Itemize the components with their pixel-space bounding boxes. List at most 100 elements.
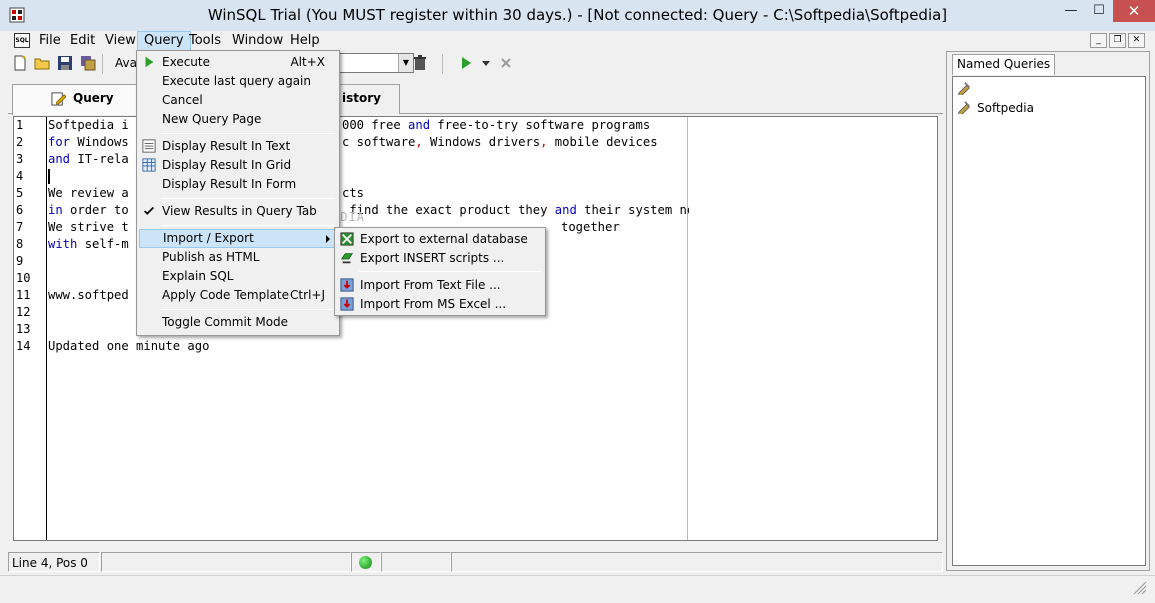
line-number: 13	[16, 322, 31, 336]
menu-item-view-in-tab[interactable]: View Results in Query Tab	[139, 202, 337, 221]
export-database-icon	[340, 232, 354, 246]
line-number: 10	[16, 271, 31, 285]
menu-file[interactable]: File	[33, 31, 67, 51]
toolbar-separator	[442, 54, 443, 74]
editor-right-margin	[689, 117, 937, 540]
menu-window[interactable]: Window	[226, 31, 289, 51]
run-icon[interactable]	[458, 55, 474, 71]
code-line-tail: 000 free and free-to-try software progra…	[342, 118, 651, 132]
window-title: WinSQL Trial (You MUST register within 3…	[207, 6, 948, 24]
menu-item-export-insert[interactable]: Export INSERT scripts ...	[337, 249, 543, 268]
grid-result-icon	[142, 158, 156, 172]
tab-query[interactable]: Query	[12, 84, 140, 115]
menu-item-publish-html[interactable]: Publish as HTML	[139, 248, 337, 267]
menu-separator	[161, 198, 335, 199]
menu-item-execute-last[interactable]: Execute last query again	[139, 72, 337, 91]
chevron-down-icon[interactable]: ▼	[398, 54, 413, 72]
database-combo[interactable]: ▼	[338, 53, 414, 73]
code-line: in order to	[48, 203, 129, 217]
menu-view[interactable]: View	[99, 31, 142, 51]
line-number: 11	[16, 288, 31, 302]
submenu-arrow-icon	[326, 235, 330, 243]
menu-item-import-export[interactable]: Import / Export	[139, 229, 337, 248]
code-line: www.softped	[48, 288, 129, 302]
menu-item-display-form[interactable]: Display Result In Form	[139, 175, 337, 194]
close-button[interactable]: ✕	[1113, 0, 1155, 22]
import-excel-icon	[340, 297, 354, 311]
code-line-tail: together	[561, 220, 620, 234]
document-icon[interactable]: SQL	[14, 33, 30, 48]
named-queries-tree[interactable]: Softpedia	[952, 76, 1146, 566]
menu-item-explain-sql[interactable]: Explain SQL	[139, 267, 337, 286]
named-queries-panel: Named Queries Softpedia	[946, 51, 1150, 571]
query-pencil-icon	[51, 92, 66, 106]
tab-query-label: Query	[73, 91, 114, 105]
line-number: 3	[16, 152, 24, 166]
connection-status-icon	[359, 556, 372, 569]
named-query-item[interactable]: Softpedia	[977, 101, 1034, 115]
named-query-icon[interactable]	[957, 100, 971, 114]
trash-icon[interactable]	[412, 55, 428, 71]
query-root-icon[interactable]	[957, 81, 971, 95]
menu-item-new-query-page[interactable]: New Query Page	[139, 110, 337, 129]
menu-separator	[161, 309, 335, 310]
mdi-restore-button[interactable]: ❐	[1109, 33, 1126, 48]
menu-item-execute[interactable]: Execute Alt+X	[139, 53, 337, 72]
menu-separator	[359, 271, 541, 272]
title-bar: WinSQL Trial (You MUST register within 3…	[0, 0, 1155, 31]
menu-bar: SQL File Edit View Query Tools Window He…	[8, 31, 1147, 51]
shortcut: Ctrl+J	[290, 288, 325, 302]
toolbar-separator	[102, 54, 103, 74]
code-line: with self-m	[48, 237, 129, 251]
menu-item-cancel[interactable]: Cancel	[139, 91, 337, 110]
menu-item-export-external[interactable]: Export to external database ...	[337, 230, 543, 265]
line-number: 2	[16, 135, 24, 149]
save-icon[interactable]	[57, 55, 73, 71]
code-line-tail: cts	[342, 186, 365, 200]
menu-item-apply-template[interactable]: Apply Code Template Ctrl+J	[139, 286, 337, 305]
code-line: for Windows	[48, 135, 129, 149]
code-line: and IT-rela	[48, 152, 129, 166]
line-number: 8	[16, 237, 24, 251]
menu-item-display-grid[interactable]: Display Result In Grid	[139, 156, 337, 175]
cursor-position: Line 4, Pos 0	[12, 556, 88, 570]
line-number: 5	[16, 186, 24, 200]
query-menu: Execute Alt+X Execute last query again C…	[136, 50, 340, 336]
checkmark-icon	[144, 206, 154, 215]
text-caret	[48, 169, 50, 184]
line-number: 9	[16, 254, 24, 268]
code-line-tail: c software, Windows drivers, mobile devi…	[342, 135, 658, 149]
menu-edit[interactable]: Edit	[64, 31, 101, 51]
save-all-icon[interactable]	[80, 55, 96, 71]
bottom-strip	[0, 575, 1155, 603]
menu-separator	[161, 225, 335, 226]
status-pane-connection	[351, 552, 381, 572]
menu-item-import-text[interactable]: Import From Text File ...	[337, 276, 543, 295]
import-text-icon	[340, 278, 354, 292]
mdi-close-button[interactable]: ✕	[1128, 33, 1145, 48]
export-script-icon	[340, 253, 354, 264]
tab-named-queries[interactable]: Named Queries	[952, 54, 1056, 75]
open-folder-icon[interactable]	[34, 55, 50, 71]
status-pane-position: Line 4, Pos 0	[8, 552, 100, 572]
stop-icon[interactable]	[498, 55, 514, 71]
menu-item-display-text[interactable]: Display Result In Text	[139, 137, 337, 156]
line-number: 4	[16, 169, 24, 183]
line-number: 1	[16, 118, 24, 132]
code-line: We review a	[48, 186, 129, 200]
maximize-button[interactable]: ☐	[1085, 0, 1113, 22]
menu-item-import-excel[interactable]: Import From MS Excel ...	[337, 295, 543, 314]
minimize-button[interactable]: —	[1057, 0, 1085, 22]
menu-separator	[161, 133, 335, 134]
menu-tools[interactable]: Tools	[183, 31, 227, 51]
menu-help[interactable]: Help	[284, 31, 326, 51]
menu-item-toggle-commit[interactable]: Toggle Commit Mode	[139, 313, 337, 332]
shortcut: Alt+X	[290, 55, 325, 69]
new-file-icon[interactable]	[12, 55, 28, 71]
line-number: 14	[16, 339, 31, 353]
code-line-tail: find the exact product they and their sy…	[342, 203, 724, 217]
execute-icon	[145, 56, 154, 68]
resize-grip-icon[interactable]	[1131, 579, 1147, 595]
mdi-minimize-button[interactable]: _	[1090, 33, 1107, 48]
run-dropdown-icon[interactable]	[478, 55, 494, 71]
